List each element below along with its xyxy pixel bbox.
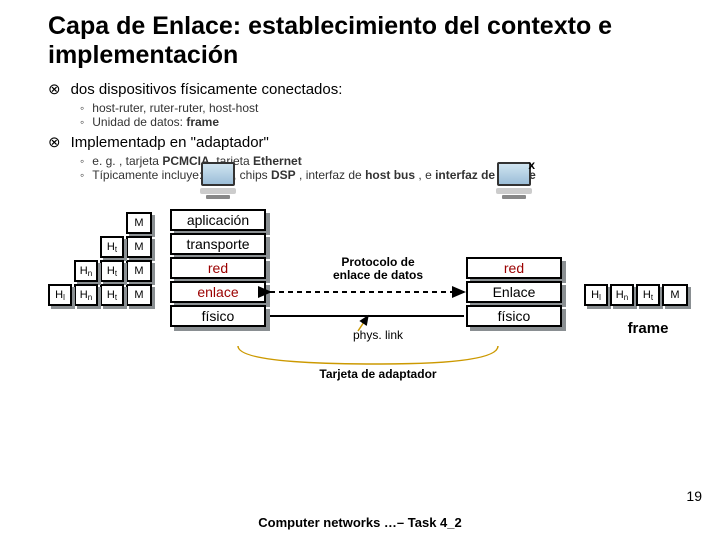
- bullet-2s2-text: Típicamente incluye: RAM, chips DSP , in…: [92, 168, 536, 182]
- bullet-dot: ◦: [80, 101, 84, 115]
- footer-text: Computer networks …– Task 4_2: [0, 515, 720, 530]
- slide-title: Capa de Enlace: establecimiento del cont…: [48, 12, 688, 70]
- bullet-2: ⊗ Implementadp en "adaptador": [48, 133, 688, 152]
- computer-left-icon: [196, 162, 240, 200]
- diagram: M M M M Ht Ht Ht Hn Hn Hl aplicación tra…: [48, 196, 688, 426]
- bullet-dot: ◦: [80, 168, 84, 182]
- computer-right-icon: x: [492, 162, 536, 200]
- bullet-mark: ⊗: [48, 133, 61, 152]
- bullet-dot: ◦: [80, 154, 84, 168]
- bullet-1: ⊗ dos dispositivos físicamente conectado…: [48, 80, 688, 99]
- arrows-overlay: [48, 196, 708, 396]
- bullet-2-text: Implementadp en "adaptador": [71, 134, 269, 151]
- bullet-2-sub-2: ◦ Típicamente incluye: RAM, chips DSP , …: [80, 168, 688, 182]
- bullet-1s1-text: host-ruter, ruter-ruter, host-host: [92, 101, 258, 115]
- bullet-1-sub-2: ◦ Unidad de datos: frame: [80, 115, 688, 129]
- bullet-1-text: dos dispositivos físicamente conectados:: [71, 81, 343, 98]
- bullet-mark: ⊗: [48, 80, 61, 99]
- bullet-1s2-text: Unidad de datos: frame: [92, 115, 219, 129]
- bullet-1-sub-1: ◦ host-ruter, ruter-ruter, host-host: [80, 101, 688, 115]
- bullet-2-sub-1: ◦ e. g. , tarjeta PCMCIA, tarjeta Ethern…: [80, 154, 688, 168]
- corner-x: x: [528, 158, 535, 172]
- bullet-dot: ◦: [80, 115, 84, 129]
- page-number: 19: [686, 488, 702, 504]
